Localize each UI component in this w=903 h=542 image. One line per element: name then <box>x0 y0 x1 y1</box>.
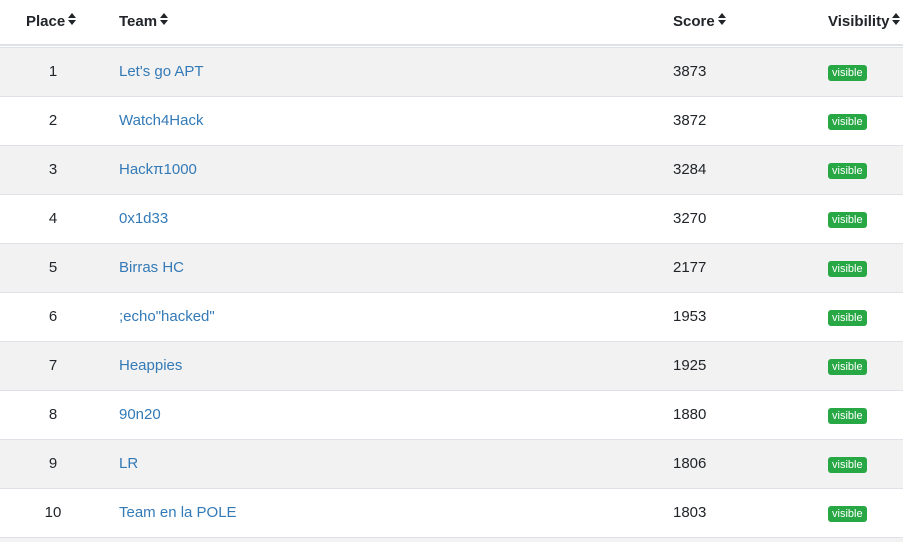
team-link[interactable]: 90n20 <box>119 391 161 439</box>
place-cell: 7 <box>48 357 58 374</box>
team-link[interactable]: Team en la POLE <box>119 489 237 537</box>
visibility-header-label: Visibility <box>828 13 890 30</box>
place-cell: 4 <box>48 210 58 227</box>
table-row-partial <box>0 537 903 542</box>
place-cell: 3 <box>48 161 58 178</box>
score-header-label: Score <box>673 13 715 30</box>
table-row: 8 90n20 1880 visible <box>0 390 903 439</box>
team-link[interactable]: Heappies <box>119 342 182 390</box>
table-row: 7 Heappies 1925 visible <box>0 341 903 390</box>
table-header: Place Team Score Visibility <box>0 0 903 46</box>
table-row: 6 ;echo"hacked" 1953 visible <box>0 292 903 341</box>
team-link[interactable]: Birras HC <box>119 244 184 292</box>
score-cell: 1803 <box>673 504 707 521</box>
score-cell: 1925 <box>673 357 707 374</box>
sort-icon <box>160 0 169 43</box>
score-cell: 1806 <box>673 455 707 472</box>
visibility-badge: visible <box>828 408 867 424</box>
place-cell: 9 <box>48 455 58 472</box>
table-row: 5 Birras HC 2177 visible <box>0 243 903 292</box>
visibility-badge: visible <box>828 163 867 179</box>
place-cell: 8 <box>48 406 58 423</box>
place-cell: 2 <box>48 112 58 129</box>
table-row: 10 Team en la POLE 1803 visible <box>0 488 903 537</box>
place-header-label: Place <box>26 13 66 30</box>
place-cell: 1 <box>48 63 58 80</box>
sort-icon <box>717 0 726 43</box>
score-cell: 3270 <box>673 210 707 227</box>
place-cell: 5 <box>48 259 58 276</box>
sort-icon <box>892 0 901 43</box>
place-cell: 10 <box>44 504 62 521</box>
visibility-badge: visible <box>828 212 867 228</box>
sort-by-place-header[interactable]: Place <box>26 0 77 44</box>
visibility-badge: visible <box>828 359 867 375</box>
team-link[interactable]: 0x1d33 <box>119 195 168 243</box>
score-cell: 1953 <box>673 308 707 325</box>
team-link[interactable]: LR <box>119 440 138 488</box>
sort-by-score-header[interactable]: Score <box>673 0 726 44</box>
table-row: 2 Watch4Hack 3872 visible <box>0 96 903 145</box>
table-row: 1 Let's go APT 3873 visible <box>0 47 903 96</box>
score-cell: 2177 <box>673 259 707 276</box>
visibility-badge: visible <box>828 506 867 522</box>
table-row: 9 LR 1806 visible <box>0 439 903 488</box>
team-link[interactable]: Hackπ1000 <box>119 146 197 194</box>
team-header-label: Team <box>119 13 158 30</box>
table-row: 3 Hackπ1000 3284 visible <box>0 145 903 194</box>
sort-icon <box>68 0 77 43</box>
visibility-badge: visible <box>828 310 867 326</box>
visibility-badge: visible <box>828 114 867 130</box>
score-cell: 3284 <box>673 161 707 178</box>
place-cell: 6 <box>48 308 58 325</box>
visibility-badge: visible <box>828 65 867 81</box>
visibility-badge: visible <box>828 261 867 277</box>
table-row: 4 0x1d33 3270 visible <box>0 194 903 243</box>
sort-by-visibility-header[interactable]: Visibility <box>828 0 901 44</box>
score-cell: 3873 <box>673 63 707 80</box>
team-link[interactable]: ;echo"hacked" <box>119 293 215 341</box>
team-link[interactable]: Let's go APT <box>119 48 204 96</box>
scoreboard-table: Place Team Score Visibility 1 Let's go A… <box>0 0 903 542</box>
sort-by-team-header[interactable]: Team <box>119 0 169 44</box>
score-cell: 1880 <box>673 406 707 423</box>
visibility-badge: visible <box>828 457 867 473</box>
team-link[interactable]: Watch4Hack <box>119 97 203 145</box>
score-cell: 3872 <box>673 112 707 129</box>
